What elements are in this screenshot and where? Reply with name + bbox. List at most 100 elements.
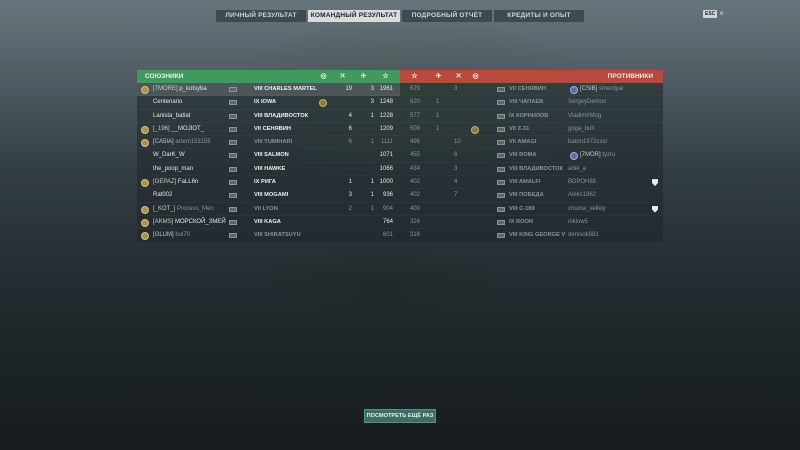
ship-cell: VIII C-189 xyxy=(509,203,569,216)
tab-team-result[interactable]: КОМАНДНЫЙ РЕЗУЛЬТАТ xyxy=(308,10,400,22)
xp-value: 455 xyxy=(410,152,421,159)
tab-credits-xp[interactable]: КРЕДИТЫ И ОПЫТ xyxy=(494,10,584,22)
xp-value: 402 xyxy=(410,179,421,186)
ship-name: ROMA xyxy=(519,152,537,159)
ship-class-icon xyxy=(497,219,505,225)
player-clan: [_KOT_] xyxy=(153,205,176,212)
ship-cell: VIII ВЛАДИВОСТОК xyxy=(509,163,569,176)
table-row[interactable]: 402 7 VIII ПОБЕДА Aleks1962 xyxy=(400,189,663,202)
kills-value: 4 xyxy=(454,179,458,186)
table-row[interactable]: [CA5IA] artem153155 VIII YUMIHARI 6 1 1111 xyxy=(137,136,400,149)
player-name: bul70 xyxy=(175,232,191,239)
kills-icon: ✕ xyxy=(339,73,346,80)
kills-value: 3 xyxy=(454,165,458,172)
enemies-rows: 629 3 VII СЕНЯВИН [CSIB] smerdyai 620 1 VIII Ч… xyxy=(400,83,663,243)
shield-icon xyxy=(652,179,658,187)
player-name: Lanista_batiat xyxy=(153,112,191,119)
ship-class-icon xyxy=(229,113,237,119)
table-row[interactable]: [_KOT_] Process_Men VII LYON 2 1 904 xyxy=(137,203,400,216)
player-name: Centenario xyxy=(153,99,183,106)
ship-name: КОРНИЛОВ xyxy=(515,112,549,119)
player-clan: [7MORE] xyxy=(153,86,178,92)
player-name-cell: denisok881 xyxy=(568,229,648,242)
close-control[interactable]: ESC × xyxy=(703,10,724,18)
player-name: SergeyDemon xyxy=(568,99,607,106)
player-name: the_poop_man xyxy=(153,165,194,172)
table-row[interactable]: 455 6 VIII ROMA [7MOR] tyzru xyxy=(400,149,663,162)
ship-class-icon xyxy=(229,193,237,199)
player-name-cell: [7MOR] tyzru xyxy=(580,149,660,162)
table-row[interactable]: 496 10 VII AMAGI baton1972cssr xyxy=(400,136,663,149)
table-row[interactable]: 402 4 VIII AMALFI ВОРОН88 xyxy=(400,176,663,189)
planes-value: 1 xyxy=(370,112,374,119)
ship-class-icon xyxy=(497,126,505,132)
allies-title: СОЮЗНИКИ xyxy=(145,73,184,80)
ship-cell: IX ROON xyxy=(509,216,569,229)
table-row[interactable]: [_196] __MOJIOT_ VII СЕНЯВИН 6 1209 xyxy=(137,123,400,136)
kills-value: 6 xyxy=(348,125,352,132)
table-row[interactable]: 434 3 VIII ВЛАДИВОСТОК adel_a xyxy=(400,163,663,176)
ship-class-icon xyxy=(229,233,237,239)
player-name-cell: niklow5 xyxy=(568,216,648,229)
replay-button[interactable]: ПОСМОТРЕТЬ ЕЩЁ РАЗ xyxy=(364,409,436,423)
esc-key-icon[interactable]: ESC xyxy=(703,10,718,18)
table-row[interactable]: [AKMS] МОРСКОЙ_ЗМЕЙ VIII KAGA 764 xyxy=(137,216,400,229)
table-row[interactable]: 509 1 VII Z-31 goga_bull xyxy=(400,123,663,136)
ship-cell: VIII ВЛАДИВОСТОК xyxy=(254,110,324,123)
badge-icon: ◎ xyxy=(472,73,479,80)
ship-tier: VII xyxy=(509,125,516,132)
ship-class-icon xyxy=(497,87,505,92)
ship-class-icon xyxy=(229,100,237,106)
table-row[interactable]: [7MORE] p_kotsyba VIII CHARLES MARTEL 19 3 1… xyxy=(137,83,400,97)
kills-value: 3 xyxy=(348,192,352,199)
table-row[interactable]: 620 1 VIII ЧАПАЕВ SergeyDemon xyxy=(400,96,663,109)
ship-name: CHARLES MARTEL xyxy=(264,86,317,92)
xp-value: 577 xyxy=(410,112,421,119)
ship-name: HAWKE xyxy=(264,165,286,172)
table-row[interactable]: [GEPAZ] FaLL6n IX РИГА 1 1 1000 xyxy=(137,176,400,189)
player-name: МОРСКОЙ_ЗМЕЙ xyxy=(175,218,226,225)
table-row[interactable]: 577 1 IX КОРНИЛОВ VladimirMog xyxy=(400,110,663,123)
table-row[interactable]: the_poop_man VIII HAWKE 1066 xyxy=(137,163,400,176)
player-name: FaLL6n xyxy=(177,179,199,186)
ship-tier: IX xyxy=(254,99,260,106)
tab-personal-result[interactable]: ЛИЧНЫЙ РЕЗУЛЬТАТ xyxy=(216,10,306,22)
ship-cell: VII Z-31 xyxy=(509,123,569,136)
ship-tier: VIII xyxy=(509,232,518,239)
ship-class-icon xyxy=(497,180,505,186)
kills-value: 3 xyxy=(454,86,458,92)
table-row[interactable]: Rat002 VIII MOGAMI 3 1 936 xyxy=(137,189,400,202)
table-row[interactable]: 629 3 VII СЕНЯВИН [CSIB] smerdyai xyxy=(400,83,663,96)
kills-value: 19 xyxy=(345,86,352,92)
ship-tier: VIII xyxy=(509,205,518,212)
xp-value: 316 xyxy=(410,232,421,239)
ship-tier: VII xyxy=(509,86,516,92)
result-tabs: ЛИЧНЫЙ РЕЗУЛЬТАТ КОМАНДНЫЙ РЕЗУЛЬТАТ ПОД… xyxy=(216,10,584,22)
table-row[interactable]: 400 VIII C-189 chuma_velikiy xyxy=(400,203,663,216)
kills-value: 6 xyxy=(348,139,352,146)
ship-name: СЕНЯВИН xyxy=(517,86,546,92)
ship-class-icon xyxy=(229,219,237,225)
ship-class-icon xyxy=(497,100,505,106)
table-row[interactable]: 324 IX ROON niklow5 xyxy=(400,216,663,229)
ship-class-icon xyxy=(497,153,505,159)
table-row[interactable]: [GLUM] bul70 VIII SHIRATSUYU 601 xyxy=(137,229,400,242)
player-name: ВОРОН88 xyxy=(568,179,597,186)
player-name: W_DarK_W xyxy=(153,152,185,159)
player-name: tyzru xyxy=(602,152,616,159)
player-name: __MOJIOT_ xyxy=(171,125,205,132)
kills-icon: ✕ xyxy=(455,73,462,80)
table-row[interactable]: Lanista_batiat VIII ВЛАДИВОСТОК 4 1 1228 xyxy=(137,110,400,123)
table-row[interactable]: Centenario IX IOWA 3 1248 xyxy=(137,96,400,109)
close-icon[interactable]: × xyxy=(719,10,724,18)
ship-name: KING GEORGE V xyxy=(519,232,566,239)
ship-class-icon xyxy=(229,140,237,146)
ship-name: ВЛАДИВОСТОК xyxy=(519,165,564,172)
player-name: VladimirMog xyxy=(568,112,602,119)
table-row[interactable]: W_DarK_W VIII SALMON 1071 xyxy=(137,149,400,162)
planes-value: 1 xyxy=(436,112,440,119)
ship-tier: VIII xyxy=(254,232,263,239)
tab-detailed-report[interactable]: ПОДРОБНЫЙ ОТЧЁТ xyxy=(402,10,492,22)
table-row[interactable]: 316 VIII KING GEORGE Vdenisok881 xyxy=(400,229,663,242)
ship-name: ВЛАДИВОСТОК xyxy=(264,112,309,119)
